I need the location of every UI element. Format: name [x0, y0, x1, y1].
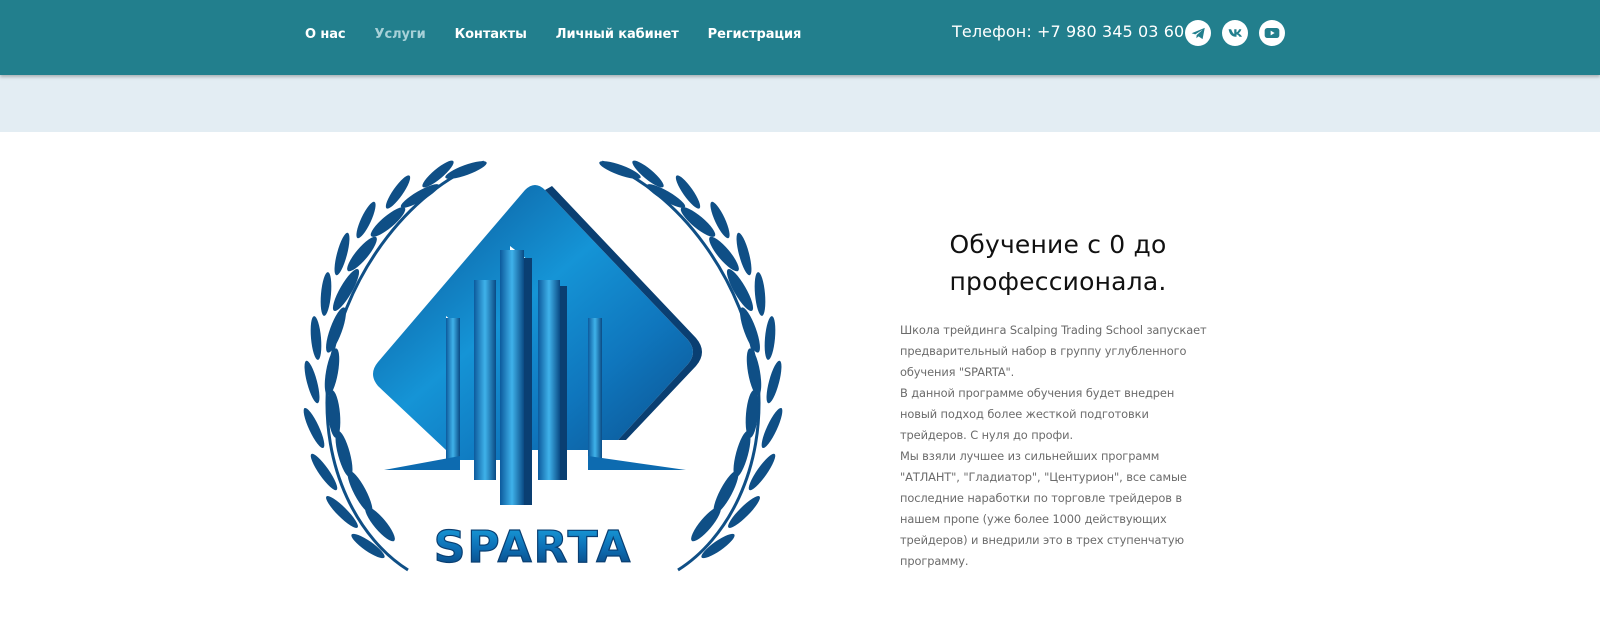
description-paragraph: Мы взяли лучшее из сильнейших программ "…	[900, 449, 1187, 568]
vk-icon	[1228, 29, 1242, 37]
hero-description: Школа трейдинга Scalping Trading School …	[900, 320, 1212, 572]
nav-item-registration[interactable]: Регистрация	[708, 27, 802, 42]
nav-item-services[interactable]: Услуги	[375, 27, 426, 42]
logo-text: SPARTA	[434, 522, 633, 573]
diamond-emblem	[373, 185, 702, 505]
telegram-link[interactable]	[1185, 20, 1211, 46]
phone-number: Телефон: +7 980 345 03 60	[952, 22, 1185, 41]
header-band	[0, 75, 1600, 132]
hero-title: Обучение с 0 до профессионала.	[949, 230, 1167, 296]
site-header: О нас Услуги Контакты Личный кабинет Рег…	[0, 0, 1600, 75]
main-nav: О нас Услуги Контакты Личный кабинет Рег…	[305, 24, 830, 44]
description-paragraph: В данной программе обучения будет внедре…	[900, 386, 1175, 442]
sparta-logo: SPARTA	[288, 150, 798, 610]
nav-item-about[interactable]: О нас	[305, 27, 346, 42]
telegram-icon	[1191, 27, 1205, 39]
youtube-link[interactable]	[1259, 20, 1285, 46]
nav-item-account[interactable]: Личный кабинет	[556, 27, 679, 42]
youtube-icon	[1264, 28, 1280, 38]
social-links	[1185, 20, 1296, 46]
description-paragraph: Школа трейдинга Scalping Trading School …	[900, 323, 1207, 379]
vk-link[interactable]	[1222, 20, 1248, 46]
nav-item-contacts[interactable]: Контакты	[455, 27, 527, 42]
